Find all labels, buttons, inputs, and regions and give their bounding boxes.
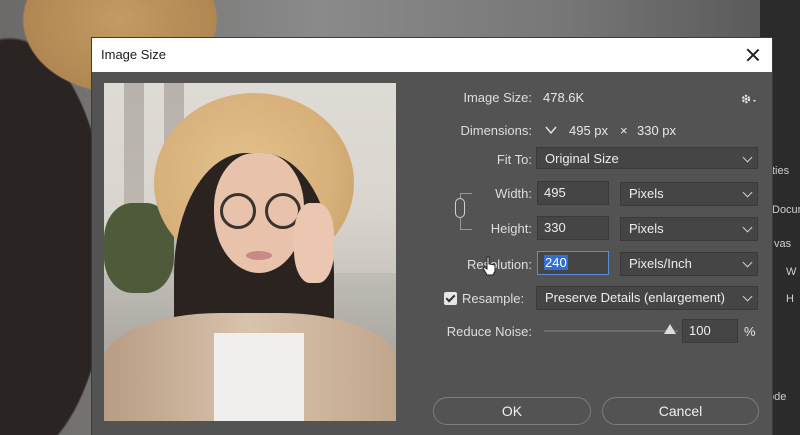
- preview-lips: [246, 251, 272, 260]
- height-label: Height:: [490, 221, 532, 236]
- panel-label-properties: ties: [772, 165, 790, 177]
- chevron-down-icon: [742, 257, 753, 268]
- height-unit-value: Pixels: [629, 221, 664, 236]
- fit-to-label: Fit To:: [496, 152, 532, 167]
- link-bracket-top: [460, 193, 472, 194]
- reduce-noise-value: 100: [689, 323, 711, 338]
- dimensions-height: 330 px: [637, 123, 677, 138]
- dialog-titlebar[interactable]: Image Size: [92, 38, 772, 72]
- height-input[interactable]: 330: [537, 216, 609, 240]
- chevron-down-icon: [742, 187, 753, 198]
- chevron-down-icon: [742, 222, 753, 233]
- fit-to-value: Original Size: [545, 151, 619, 166]
- resample-select[interactable]: Preserve Details (enlargement): [536, 286, 758, 310]
- chain-link-icon[interactable]: [455, 198, 465, 218]
- gear-icon[interactable]: [740, 91, 758, 109]
- resolution-unit-value: Pixels/Inch: [629, 256, 692, 271]
- dimensions-width: 495 px: [569, 123, 609, 138]
- width-unit-value: Pixels: [629, 186, 664, 201]
- width-input[interactable]: 495: [537, 181, 609, 205]
- cancel-button[interactable]: Cancel: [602, 397, 759, 425]
- panel-label-w: W: [786, 266, 797, 278]
- close-icon[interactable]: [740, 42, 766, 68]
- preview-glasses-left: [220, 193, 256, 229]
- image-size-label: Image Size:: [463, 90, 532, 105]
- width-unit-select[interactable]: Pixels: [620, 182, 758, 206]
- resolution-unit-select[interactable]: Pixels/Inch: [620, 252, 758, 276]
- link-bracket-bottom: [460, 229, 472, 230]
- width-value: 495: [544, 185, 566, 200]
- resample-label: Resample:: [462, 291, 525, 306]
- reduce-noise-slider-track[interactable]: [544, 330, 678, 332]
- width-label: Width:: [495, 186, 532, 201]
- fit-to-select[interactable]: Original Size: [536, 147, 758, 169]
- preview-hand: [294, 203, 334, 283]
- height-value: 330: [544, 220, 566, 235]
- resolution-value: 240: [544, 255, 568, 270]
- preview-shirt: [214, 333, 304, 421]
- link-bracket-line-bottom: [460, 218, 461, 229]
- chevron-down-icon: [742, 152, 753, 163]
- chevron-down-icon: [742, 291, 753, 302]
- chevron-down-icon[interactable]: [544, 123, 558, 137]
- panel-label-document: Docum: [772, 204, 800, 216]
- dialog-title: Image Size: [101, 47, 167, 62]
- dimensions-times: ×: [620, 123, 628, 138]
- dimensions-label: Dimensions:: [460, 123, 532, 138]
- resample-checkbox[interactable]: [444, 292, 457, 305]
- reduce-noise-label: Reduce Noise:: [446, 324, 532, 339]
- image-size-value: 478.6K: [543, 90, 585, 105]
- panel-label-h: H: [786, 293, 794, 305]
- resolution-input[interactable]: 240: [537, 251, 609, 275]
- ok-button[interactable]: OK: [433, 397, 591, 425]
- panel-label-canvas: vas: [774, 238, 792, 250]
- reduce-noise-input[interactable]: 100: [682, 319, 738, 343]
- reduce-noise-unit: %: [744, 324, 756, 339]
- height-unit-select[interactable]: Pixels: [620, 217, 758, 241]
- image-size-dialog: Image Size Image Size: 478.6K Dimensions…: [92, 38, 772, 435]
- image-preview[interactable]: [104, 83, 396, 421]
- reduce-noise-slider-thumb[interactable]: [664, 324, 676, 334]
- resample-value: Preserve Details (enlargement): [545, 290, 725, 305]
